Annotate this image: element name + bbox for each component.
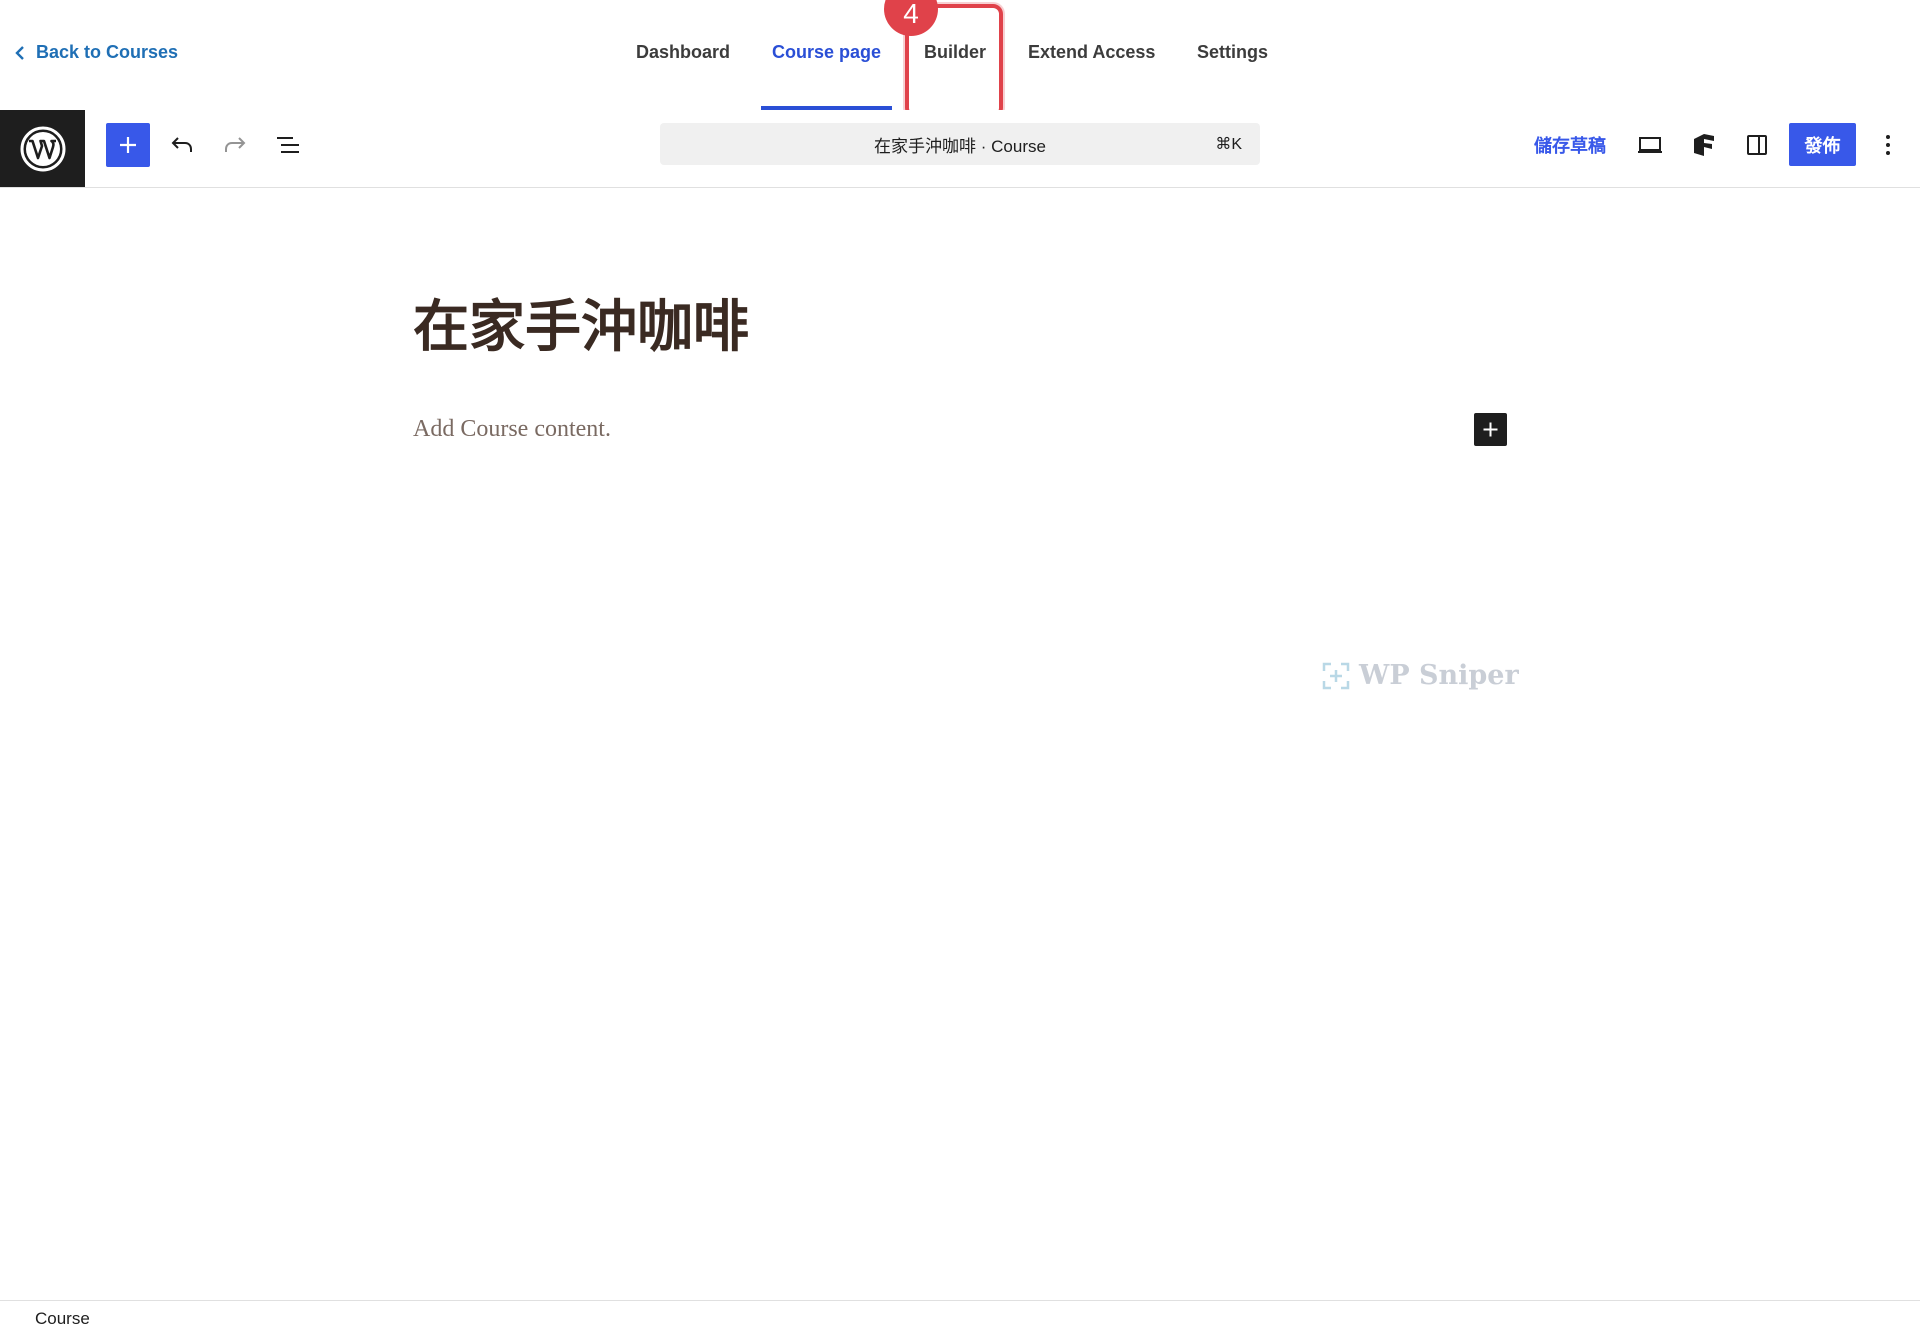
options-menu-button[interactable]: [1866, 123, 1910, 167]
post-title[interactable]: 在家手沖咖啡: [413, 282, 749, 363]
inline-block-inserter-button[interactable]: [1474, 413, 1507, 446]
block-breadcrumb-bar: Course: [0, 1300, 1920, 1334]
tab-dashboard[interactable]: Dashboard: [636, 42, 730, 63]
course-top-nav: Back to Courses Dashboard Course page Bu…: [0, 0, 1920, 118]
save-draft-button[interactable]: 儲存草稿: [1534, 132, 1606, 158]
desktop-preview-icon: [1638, 137, 1662, 153]
preview-button[interactable]: [1628, 123, 1672, 167]
document-overview-button[interactable]: [266, 123, 310, 167]
block-inserter-button[interactable]: [106, 123, 150, 167]
more-vertical-icon: [1886, 135, 1890, 155]
watermark: WP Sniper: [1321, 660, 1519, 691]
list-view-icon: [277, 137, 299, 153]
redo-button[interactable]: [213, 123, 257, 167]
plugin-button[interactable]: [1682, 123, 1726, 167]
undo-button[interactable]: [160, 123, 204, 167]
editor-toolbar: 在家手沖咖啡 · Course ⌘K 儲存草稿 發佈: [0, 110, 1920, 188]
breadcrumb-course[interactable]: Course: [35, 1309, 90, 1329]
command-palette-search[interactable]: 在家手沖咖啡 · Course ⌘K: [660, 123, 1260, 165]
plus-icon: [120, 137, 136, 153]
redo-icon: [225, 137, 246, 152]
settings-sidebar-toggle[interactable]: [1735, 123, 1779, 167]
wordpress-icon: [20, 126, 65, 171]
watermark-logo-icon: [1322, 662, 1350, 689]
undo-icon: [171, 137, 192, 152]
watermark-text: WP Sniper: [1359, 660, 1519, 691]
sidebar-icon: [1747, 135, 1767, 155]
tab-course-page[interactable]: Course page: [772, 42, 881, 63]
content-placeholder[interactable]: Add Course content.: [413, 416, 611, 443]
publish-button[interactable]: 發佈: [1789, 123, 1856, 166]
plugin-logo-icon: [1694, 134, 1714, 156]
command-shortcut-label: ⌘K: [1215, 136, 1242, 153]
tab-settings[interactable]: Settings: [1197, 42, 1268, 63]
tab-extend-access[interactable]: Extend Access: [1028, 42, 1155, 63]
wordpress-logo-button[interactable]: [0, 110, 85, 187]
document-title-label: 在家手沖咖啡 · Course: [874, 136, 1046, 156]
plus-icon: [1483, 422, 1498, 437]
